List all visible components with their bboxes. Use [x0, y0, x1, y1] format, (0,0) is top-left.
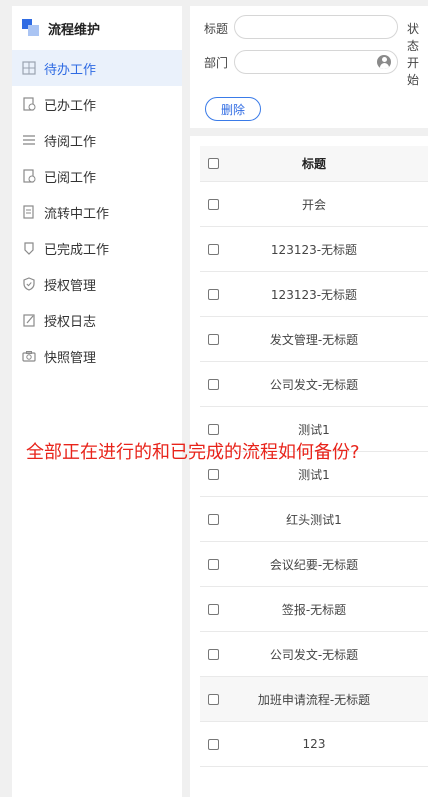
camera-icon	[22, 349, 36, 363]
row-title: 开会	[301, 197, 326, 212]
row-title: 123	[302, 737, 326, 751]
dept-filter-input[interactable]	[234, 50, 398, 74]
title-filter-label: 标题	[204, 22, 229, 36]
row-checkbox[interactable]	[208, 513, 219, 525]
table-header: 标题	[200, 146, 428, 182]
row-title: 发文管理-无标题	[269, 332, 359, 347]
column-header-title: 标题	[301, 157, 326, 171]
table-row[interactable]: 公司发文-无标题	[200, 362, 428, 407]
sidebar-item-read[interactable]: 已阅工作	[12, 158, 182, 194]
table-row[interactable]: 发文管理-无标题	[200, 317, 428, 362]
row-title: 公司发文-无标题	[269, 377, 359, 392]
filter-panel: 标题 状态 部门 开始 删除	[190, 6, 428, 128]
row-checkbox[interactable]	[208, 603, 219, 615]
sidebar: 流程维护 待办工作 已办工作 待阅工作 已阅工作 流转中工作 已完成工作 授权管…	[12, 6, 182, 797]
row-title: 加班申请流程-无标题	[257, 692, 371, 707]
row-checkbox[interactable]	[208, 648, 219, 660]
sidebar-item-in-flow[interactable]: 流转中工作	[12, 194, 182, 230]
shield-icon	[22, 277, 36, 291]
table-row[interactable]: 公司发文-无标题	[200, 632, 428, 677]
table-row[interactable]: 加班申请流程-无标题	[200, 677, 428, 722]
row-checkbox[interactable]	[208, 378, 219, 390]
sidebar-item-label: 已阅工作	[44, 170, 97, 186]
row-checkbox[interactable]	[208, 738, 219, 750]
sidebar-item-todo[interactable]: 待办工作	[12, 50, 182, 86]
sidebar-item-completed[interactable]: 已完成工作	[12, 230, 182, 266]
sidebar-item-toread[interactable]: 待阅工作	[12, 122, 182, 158]
sidebar-item-auth-manage[interactable]: 授权管理	[12, 266, 182, 302]
row-checkbox[interactable]	[208, 558, 219, 570]
sidebar-item-label: 流转中工作	[44, 206, 110, 222]
title-filter-input[interactable]	[234, 15, 398, 39]
dept-filter-label: 部门	[204, 56, 229, 70]
row-title: 红头测试1	[286, 512, 342, 527]
start-filter-label: 开始	[407, 56, 420, 87]
sidebar-item-label: 已办工作	[44, 98, 97, 114]
row-checkbox[interactable]	[208, 693, 219, 705]
edit-log-icon	[22, 313, 36, 327]
delete-button[interactable]: 删除	[205, 97, 261, 121]
table-row[interactable]: 123123-无标题	[200, 272, 428, 317]
row-checkbox[interactable]	[208, 198, 219, 210]
doc-read-icon	[22, 169, 36, 183]
row-title: 123123-无标题	[270, 287, 358, 302]
row-checkbox[interactable]	[208, 468, 219, 480]
row-title: 签报-无标题	[281, 602, 347, 617]
doc-flow-icon	[22, 205, 36, 219]
row-title: 公司发文-无标题	[269, 647, 359, 662]
app-logo-icon	[22, 19, 40, 37]
row-title: 测试1	[298, 467, 330, 482]
sidebar-item-label: 授权管理	[44, 278, 97, 294]
work-table: 标题 开会 123123-无标题 123123-无标题 发文管理-无标题 公司发…	[190, 136, 428, 797]
overlay-question-text: 全部正在进行的和已完成的流程如何备份?	[26, 442, 360, 463]
sidebar-item-done[interactable]: 已办工作	[12, 86, 182, 122]
row-checkbox[interactable]	[208, 333, 219, 345]
table-row[interactable]: 开会	[200, 182, 428, 227]
sidebar-item-label: 快照管理	[44, 350, 97, 366]
table-row[interactable]: 会议纪要-无标题	[200, 542, 428, 587]
sidebar-item-label: 已完成工作	[44, 242, 110, 258]
shield-check-icon	[22, 241, 36, 255]
sidebar-item-label: 待阅工作	[44, 134, 97, 150]
table-row[interactable]: 签报-无标题	[200, 587, 428, 632]
row-checkbox[interactable]	[208, 423, 219, 435]
list-icon	[22, 133, 36, 147]
grid-icon	[22, 61, 36, 75]
table-row[interactable]: 123	[200, 722, 428, 767]
table-row[interactable]: 红头测试1	[200, 497, 428, 542]
doc-check-icon	[22, 97, 36, 111]
row-checkbox[interactable]	[208, 288, 219, 300]
row-checkbox[interactable]	[208, 243, 219, 255]
sidebar-header: 流程维护	[12, 6, 182, 50]
user-select-icon[interactable]	[377, 55, 391, 69]
sidebar-title: 流程维护	[48, 22, 101, 38]
table-row[interactable]: 123123-无标题	[200, 227, 428, 272]
select-all-checkbox[interactable]	[208, 158, 219, 169]
status-filter-label: 状态	[407, 22, 420, 53]
row-title: 123123-无标题	[270, 242, 358, 257]
sidebar-item-snapshot[interactable]: 快照管理	[12, 338, 182, 374]
sidebar-item-label: 授权日志	[44, 314, 97, 330]
row-title: 会议纪要-无标题	[269, 557, 359, 572]
sidebar-item-auth-log[interactable]: 授权日志	[12, 302, 182, 338]
sidebar-item-label: 待办工作	[44, 62, 97, 78]
row-title: 测试1	[298, 422, 330, 437]
